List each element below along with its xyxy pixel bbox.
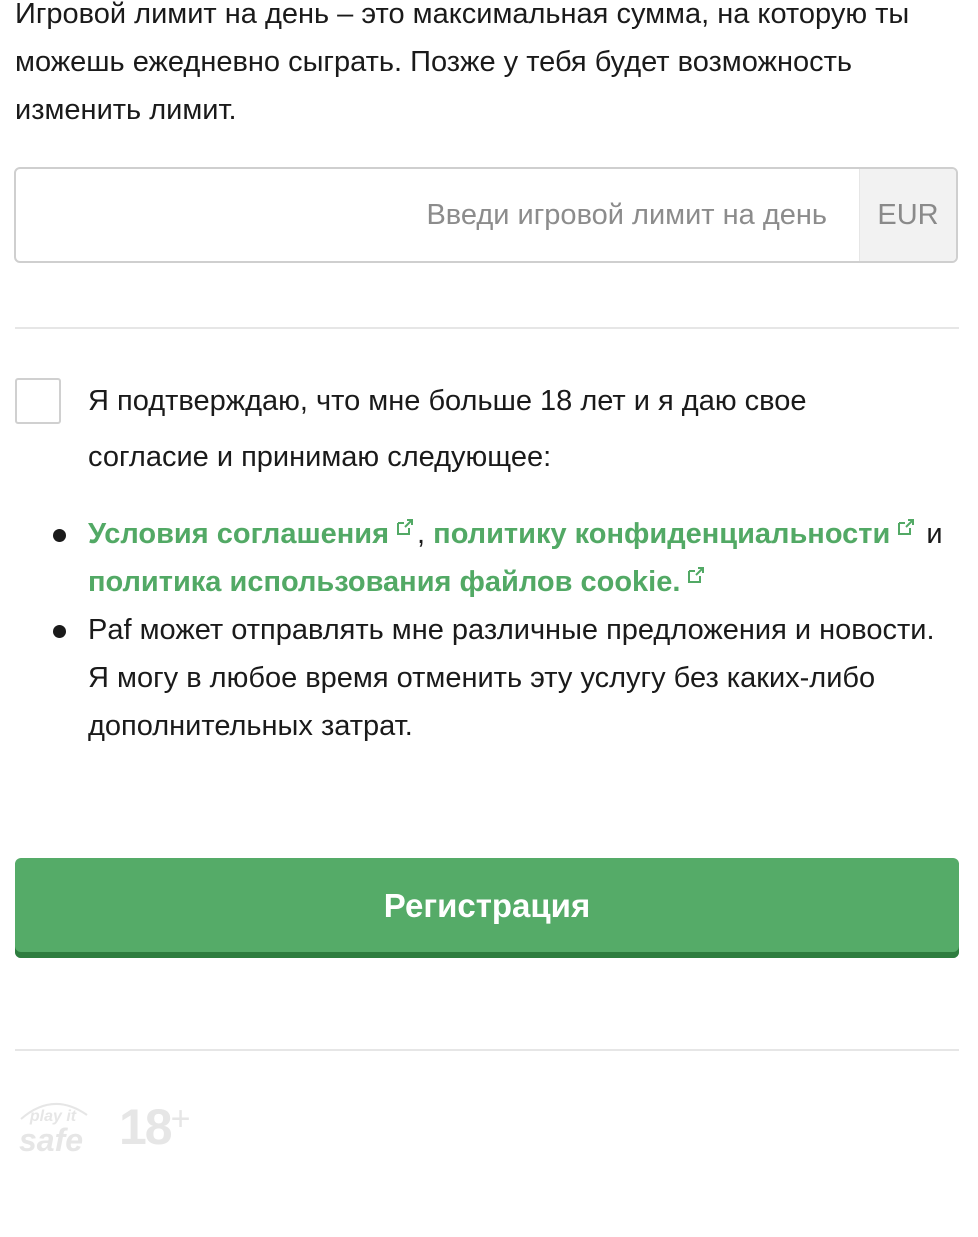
cookie-policy-link[interactable]: политика использования файлов cookie. [88,566,708,598]
bullet-dot [53,529,66,542]
external-link-icon [688,567,705,583]
and-text: и [926,518,943,550]
consent-text: Я подтверждаю, что мне больше 18 лет и я… [88,385,807,473]
age-restriction-badge: 18+ [119,1102,190,1152]
external-link-icon [898,519,915,535]
footer-logos: play it safe 18+ [15,1095,191,1159]
list-item: Paf может отправлять мне различные предл… [15,606,959,750]
play-it-safe-logo: play it safe [19,1102,88,1157]
privacy-link-label: политику конфиденциальности [433,518,891,550]
terms-link[interactable]: Условия соглашения [88,518,417,550]
daily-limit-input[interactable] [16,169,859,261]
currency-label: EUR [859,169,956,261]
privacy-policy-link[interactable]: политику конфиденциальности [433,518,918,550]
list-item: Условия соглашения, политику конфиденциа… [15,510,959,606]
limit-description: Игровой лимит на день – это максимальная… [15,0,910,126]
age-consent-checkbox[interactable] [15,378,61,424]
external-link-icon [397,519,414,535]
comma-separator: , [417,518,426,550]
safe-text: safe [19,1122,83,1157]
bullet-dot [53,625,66,638]
cookie-link-label: политика использования файлов cookie. [88,566,681,598]
age-number: 18 [119,1099,173,1155]
age-plus: + [170,1100,191,1138]
marketing-consent-text: Paf может отправлять мне различные предл… [88,614,935,742]
register-button[interactable]: Регистрация [15,858,959,958]
terms-link-label: Условия соглашения [88,518,390,550]
divider [15,327,959,329]
divider [15,1049,959,1051]
daily-limit-field: EUR [14,167,958,263]
consent-list: Условия соглашения, политику конфиденциа… [15,510,959,750]
